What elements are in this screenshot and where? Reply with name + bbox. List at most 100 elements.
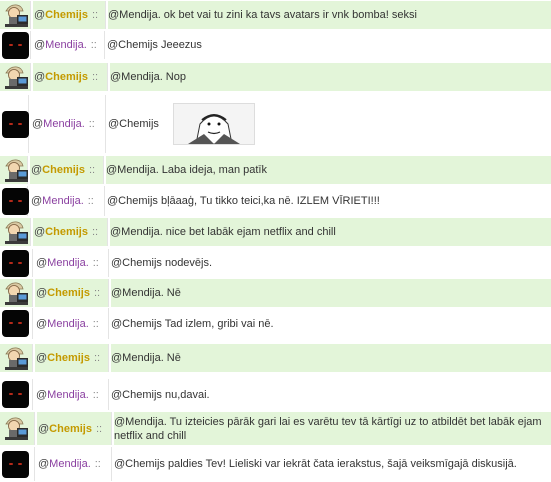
at-symbol: @ xyxy=(34,226,46,238)
avatar-cell xyxy=(0,156,28,184)
mendija-avatar-icon[interactable] xyxy=(2,381,29,408)
username-mendija[interactable]: @Mendija.:: xyxy=(35,389,99,401)
at-symbol: @ xyxy=(36,352,48,364)
username-chemijs[interactable]: @Chemijs:: xyxy=(30,164,95,176)
message-text: @Mendija. Nē xyxy=(111,352,181,364)
username-separator: :: xyxy=(88,118,95,130)
chat-message-row: @Mendija.:: @Chemijs Jeeezus xyxy=(0,30,551,60)
username-text: Mendija. xyxy=(47,388,89,401)
at-symbol: @ xyxy=(36,287,48,299)
username-mendija[interactable]: @Mendija.:: xyxy=(33,39,97,51)
username-text: Mendija. xyxy=(47,257,89,269)
chemijs-avatar-icon[interactable] xyxy=(2,219,29,246)
username-cell: @Chemijs:: xyxy=(35,279,109,307)
message-text: @Mendija. Nē xyxy=(111,287,181,299)
username-text: Mendija. xyxy=(42,195,84,207)
chemijs-avatar-icon[interactable] xyxy=(2,157,29,184)
username-separator: :: xyxy=(88,164,96,176)
chemijs-avatar-icon[interactable] xyxy=(2,64,29,91)
username-mendija[interactable]: @Mendija.:: xyxy=(30,195,94,207)
mendija-avatar-icon[interactable] xyxy=(2,451,29,478)
message-cell: @Mendija. nice bet labāk ejam netflix an… xyxy=(110,218,551,246)
username-text: Chemijs xyxy=(45,71,88,83)
chat-message-row: @Chemijs:: @Mendija. Nē xyxy=(0,343,551,373)
username-mendija[interactable]: @Mendija.:: xyxy=(35,257,99,269)
username-cell: @Mendija.:: xyxy=(35,379,109,410)
username-text: Chemijs xyxy=(45,226,88,238)
chat-message-row: @Mendija.:: @Chemijs nu,davai. xyxy=(0,378,551,411)
mendija-avatar-icon[interactable] xyxy=(2,250,29,277)
meme-face-image[interactable] xyxy=(172,103,255,145)
username-chemijs[interactable]: @Chemijs:: xyxy=(37,423,102,435)
avatar-cell xyxy=(0,31,31,59)
avatar-cell xyxy=(0,412,35,445)
at-symbol: @ xyxy=(38,458,50,470)
chemijs-avatar-icon[interactable] xyxy=(2,280,29,307)
message-cell: @Chemijs Tad izlem, gribi vai nē. xyxy=(111,308,551,339)
at-symbol: @ xyxy=(31,195,43,207)
username-chemijs[interactable]: @Chemijs:: xyxy=(33,71,98,83)
message-text: @Chemijs nu,davai. xyxy=(111,388,210,401)
username-cell: @Mendija.:: xyxy=(35,249,109,277)
message-cell: @Chemijs nu,davai. xyxy=(111,379,551,410)
username-text: Mendija. xyxy=(43,118,85,130)
username-separator: :: xyxy=(92,388,99,401)
avatar-cell xyxy=(0,279,33,307)
username-chemijs[interactable]: @Chemijs:: xyxy=(35,352,100,364)
username-text: Chemijs xyxy=(47,352,90,364)
avatar-cell xyxy=(0,63,31,91)
mendija-avatar-icon[interactable] xyxy=(2,32,29,59)
username-chemijs[interactable]: @Chemijs:: xyxy=(33,9,98,21)
message-text: @Mendija. ok bet vai tu zini ka tavs ava… xyxy=(108,9,417,21)
message-cell: @Chemijs nodevējs. xyxy=(111,249,551,277)
avatar-cell xyxy=(0,186,29,216)
username-mendija[interactable]: @Mendija.:: xyxy=(37,458,101,470)
username-text: Mendija. xyxy=(45,39,87,51)
mendija-avatar-icon[interactable] xyxy=(2,111,29,138)
chemijs-avatar-icon[interactable] xyxy=(2,345,29,372)
message-text: @Chemijs Jeeezus xyxy=(107,39,202,51)
chat-message-row: @Mendija.:: @Chemijs Tad izlem, gribi vai… xyxy=(0,307,551,340)
message-cell: @Mendija. Nē xyxy=(111,279,551,307)
username-text: Mendija. xyxy=(49,458,91,470)
mendija-avatar-icon[interactable] xyxy=(2,310,29,337)
username-cell: @Mendija.:: xyxy=(37,447,112,481)
chemijs-avatar-icon[interactable] xyxy=(2,2,29,29)
username-text: Chemijs xyxy=(47,287,90,299)
chat-message-row: @Chemijs:: @Mendija. Nop xyxy=(0,62,551,92)
username-cell: @Chemijs:: xyxy=(33,218,108,246)
at-symbol: @ xyxy=(34,9,46,21)
chat-message-row: @Mendija.:: @Chemijs nodevējs. xyxy=(0,248,551,278)
chat-message-row: @Mendija.:: @Chemijs xyxy=(0,94,551,154)
at-symbol: @ xyxy=(32,118,44,130)
message-text: @Chemijs nodevējs. xyxy=(111,257,213,269)
username-mendija[interactable]: @Mendija.:: xyxy=(35,318,99,330)
username-cell: @Chemijs:: xyxy=(35,344,109,372)
username-separator: :: xyxy=(90,39,97,51)
message-cell: @Chemijs paldies Tev! Lieliski var iekrā… xyxy=(114,447,551,481)
username-cell: @Chemijs:: xyxy=(37,412,112,445)
chat-message-row: @Chemijs:: @Mendija. Nē xyxy=(0,278,551,308)
chat-message-row: @Chemijs:: @Mendija. Laba ideja, man patī… xyxy=(0,155,551,185)
avatar-cell xyxy=(0,447,35,481)
username-cell: @Chemijs:: xyxy=(30,156,104,184)
at-symbol: @ xyxy=(34,39,46,51)
chat-message-row: @Chemijs:: @Mendija. ok bet vai tu zini k… xyxy=(0,0,551,30)
username-chemijs[interactable]: @Chemijs:: xyxy=(33,226,98,238)
username-separator: :: xyxy=(94,458,101,470)
at-symbol: @ xyxy=(36,317,48,330)
username-separator: :: xyxy=(93,287,101,299)
message-cell: @Mendija. Nē xyxy=(111,344,551,372)
username-chemijs[interactable]: @Chemijs:: xyxy=(35,287,100,299)
chemijs-avatar-icon[interactable] xyxy=(2,415,29,442)
message-text: @Chemijs bļāaaģ, Tu tikko teici,ka nē. I… xyxy=(107,195,380,207)
username-cell: @Mendija.:: xyxy=(30,186,105,216)
message-cell: @Chemijs Jeeezus xyxy=(107,31,551,59)
username-separator: :: xyxy=(93,352,101,364)
username-cell: @Mendija.:: xyxy=(31,95,106,153)
avatar-cell xyxy=(0,95,29,153)
avatar-cell xyxy=(0,308,33,339)
mendija-avatar-icon[interactable] xyxy=(2,188,29,215)
avatar-cell xyxy=(0,1,31,29)
username-mendija[interactable]: @Mendija.:: xyxy=(31,118,95,130)
